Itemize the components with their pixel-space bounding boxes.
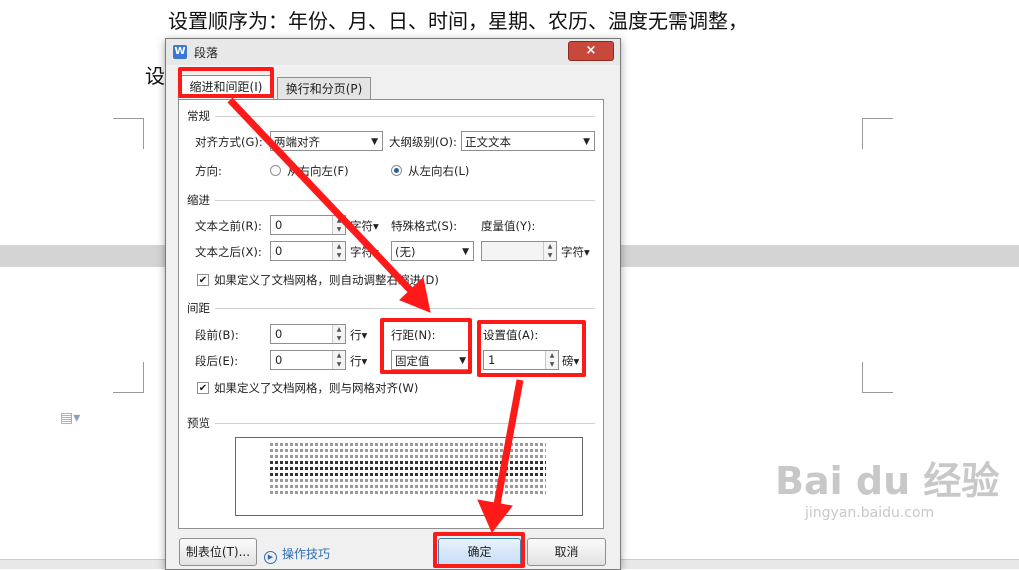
- arrow-to-line-spacing: [227, 97, 418, 298]
- arrow-to-ok: [492, 379, 524, 511]
- annotation-arrows: [227, 97, 524, 533]
- arrow-head: [477, 499, 513, 533]
